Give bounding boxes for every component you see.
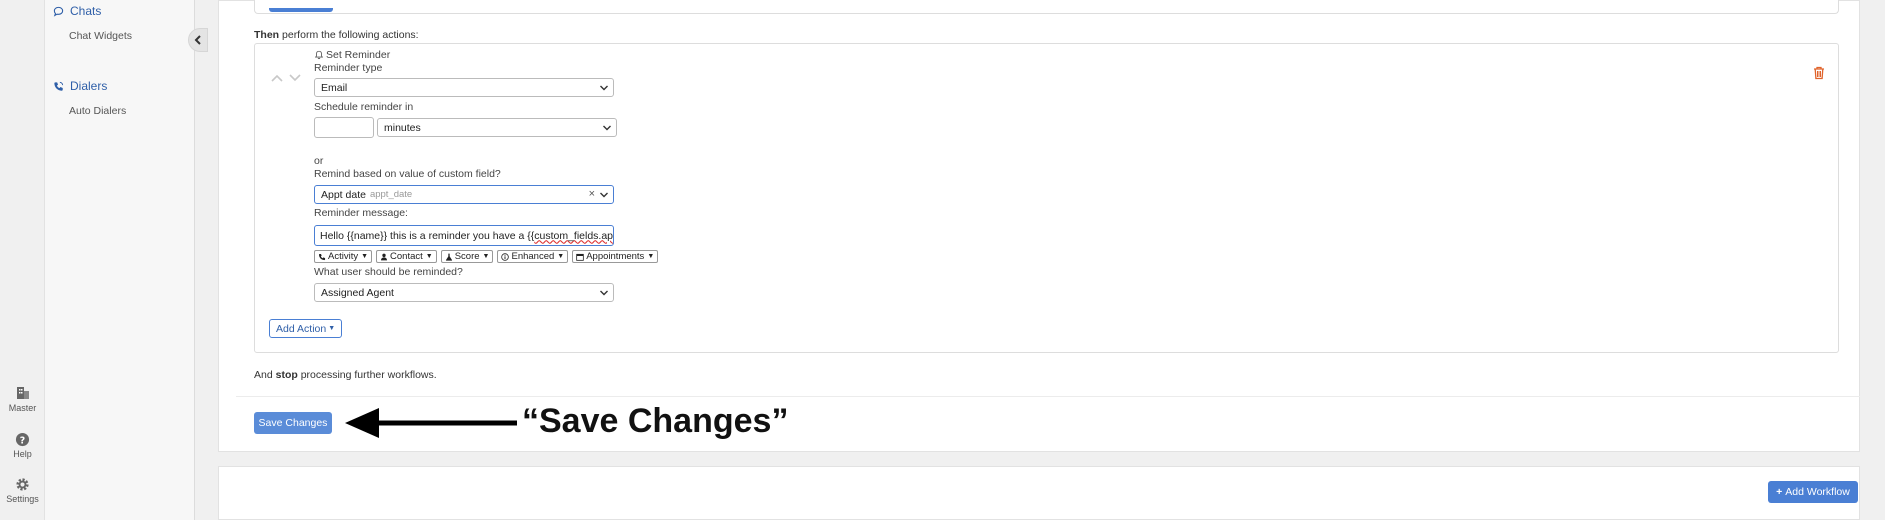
rail-master-label: Master <box>8 403 37 413</box>
phone-icon <box>54 81 64 91</box>
help-icon: ? <box>15 432 30 446</box>
caret-down-icon: ▼ <box>361 253 369 260</box>
sidebar-group-label: Chats <box>70 4 102 18</box>
message-label: Reminder message: <box>314 207 408 219</box>
token-toolbar: Activity ▼ Contact ▼ Score ▼ Enhanced ▼ Appo… <box>314 250 659 263</box>
previous-section <box>254 0 1839 14</box>
flask-icon <box>445 253 452 261</box>
reminder-message-input[interactable]: Hello {{name}} this is a reminder you ha… <box>314 225 614 246</box>
chevron-down-icon <box>600 290 608 296</box>
reorder-controls <box>271 74 301 82</box>
sidebar-group-label: Dialers <box>70 79 108 93</box>
user-icon <box>381 253 388 260</box>
then-heading: Then perform the following actions: <box>254 29 419 41</box>
stop-bold: stop <box>275 369 298 381</box>
chevron-down-icon <box>600 85 608 91</box>
user-value: Assigned Agent <box>321 286 394 299</box>
caret-down-icon: ▼ <box>557 253 565 260</box>
gear-icon <box>16 478 29 491</box>
plus-icon: + <box>1776 486 1783 498</box>
user-select[interactable]: Assigned Agent <box>314 283 614 302</box>
token-label: Score <box>454 251 480 262</box>
trash-icon[interactable] <box>1813 66 1825 80</box>
save-changes-button[interactable]: Save Changes <box>254 412 332 434</box>
token-label: Enhanced <box>511 251 555 262</box>
token-label: Activity <box>328 251 359 262</box>
icon-rail: Master ? Help Settings <box>0 0 45 520</box>
add-workflow-label: Add Workflow <box>1785 486 1850 498</box>
schedule-unit-value: minutes <box>384 121 421 134</box>
chevron-down-icon[interactable] <box>289 74 301 82</box>
annotation-label: “Save Changes” <box>522 402 789 440</box>
token-contact-button[interactable]: Contact ▼ <box>376 250 437 263</box>
clear-icon[interactable]: × <box>589 188 595 200</box>
token-appointments-button[interactable]: Appointments ▼ <box>572 250 659 263</box>
schedule-unit-select[interactable]: minutes <box>377 118 617 137</box>
then-prefix: Then <box>254 29 280 41</box>
reminder-type-value: Email <box>321 81 348 94</box>
action-title-label: Set Reminder <box>326 49 391 61</box>
rail-settings-label: Settings <box>6 494 39 504</box>
sidebar-collapse-button[interactable] <box>188 28 208 52</box>
or-label: or <box>314 155 324 167</box>
calendar-icon <box>576 253 584 261</box>
info-icon <box>501 252 510 261</box>
rail-master[interactable]: Master <box>0 385 45 413</box>
rail-help-label: Help <box>13 449 32 459</box>
reminder-type-select[interactable]: Email <box>314 78 614 97</box>
annotation-arrow-icon <box>345 408 517 438</box>
action-title: Set Reminder <box>314 49 390 61</box>
action-box: Set Reminder Reminder type Email Schedul… <box>254 43 1839 353</box>
token-label: Contact <box>390 251 423 262</box>
token-activity-button[interactable]: Activity ▼ <box>314 250 373 263</box>
caret-down-icon: ▼ <box>647 253 655 260</box>
reminder-type-label: Reminder type <box>314 62 383 74</box>
chevron-up-icon[interactable] <box>271 74 283 82</box>
token-score-button[interactable]: Score ▼ <box>440 250 494 263</box>
then-suffix: perform the following actions: <box>279 29 419 41</box>
bell-icon <box>314 50 324 60</box>
caret-down-icon: ▼ <box>425 253 433 260</box>
chevron-down-icon <box>603 125 611 131</box>
token-enhanced-button[interactable]: Enhanced ▼ <box>497 250 569 263</box>
sidebar-item-chat-widgets[interactable]: Chat Widgets <box>69 30 132 42</box>
custom-field-select[interactable]: Appt date appt_date × <box>314 185 614 204</box>
previous-button[interactable] <box>269 8 333 12</box>
stop-prefix: And <box>254 369 276 381</box>
message-value-misspelled: custom_fields.ap <box>534 229 614 242</box>
token-label: Appointments <box>586 251 645 262</box>
message-value: Hello {{name}} this is a reminder you ha… <box>320 229 535 242</box>
add-action-button[interactable]: Add Action ▼ <box>269 319 343 338</box>
user-label: What user should be reminded? <box>314 266 463 278</box>
chevron-down-icon <box>600 192 608 198</box>
custom-field-hint: appt_date <box>369 189 413 200</box>
building-icon <box>16 387 29 399</box>
chat-icon <box>53 6 64 17</box>
svg-text:?: ? <box>20 435 25 446</box>
caret-down-icon: ▼ <box>328 325 336 332</box>
phone-icon <box>319 253 326 260</box>
add-workflow-button[interactable]: + Add Workflow <box>1768 481 1858 503</box>
chevron-left-icon <box>194 35 201 45</box>
caret-down-icon: ▼ <box>482 253 490 260</box>
custom-field-value: Appt date <box>321 188 366 201</box>
sidebar-group-dialers[interactable]: Dialers <box>53 79 107 93</box>
sidebar: Chats Chat Widgets Dialers Auto Dialers <box>45 0 195 520</box>
add-action-label: Add Action <box>276 322 327 335</box>
divider <box>236 396 1860 397</box>
rail-help[interactable]: ? Help <box>0 432 45 459</box>
footer-card <box>218 466 1860 520</box>
sidebar-item-auto-dialers[interactable]: Auto Dialers <box>69 105 126 117</box>
sidebar-group-chats[interactable]: Chats <box>53 4 101 18</box>
schedule-amount-input[interactable] <box>314 117 374 138</box>
custom-field-label: Remind based on value of custom field? <box>314 168 501 180</box>
stop-suffix: processing further workflows. <box>297 369 437 381</box>
rail-settings[interactable]: Settings <box>0 477 45 504</box>
stop-processing-text: And stop processing further workflows. <box>254 369 437 381</box>
schedule-label: Schedule reminder in <box>314 101 414 113</box>
